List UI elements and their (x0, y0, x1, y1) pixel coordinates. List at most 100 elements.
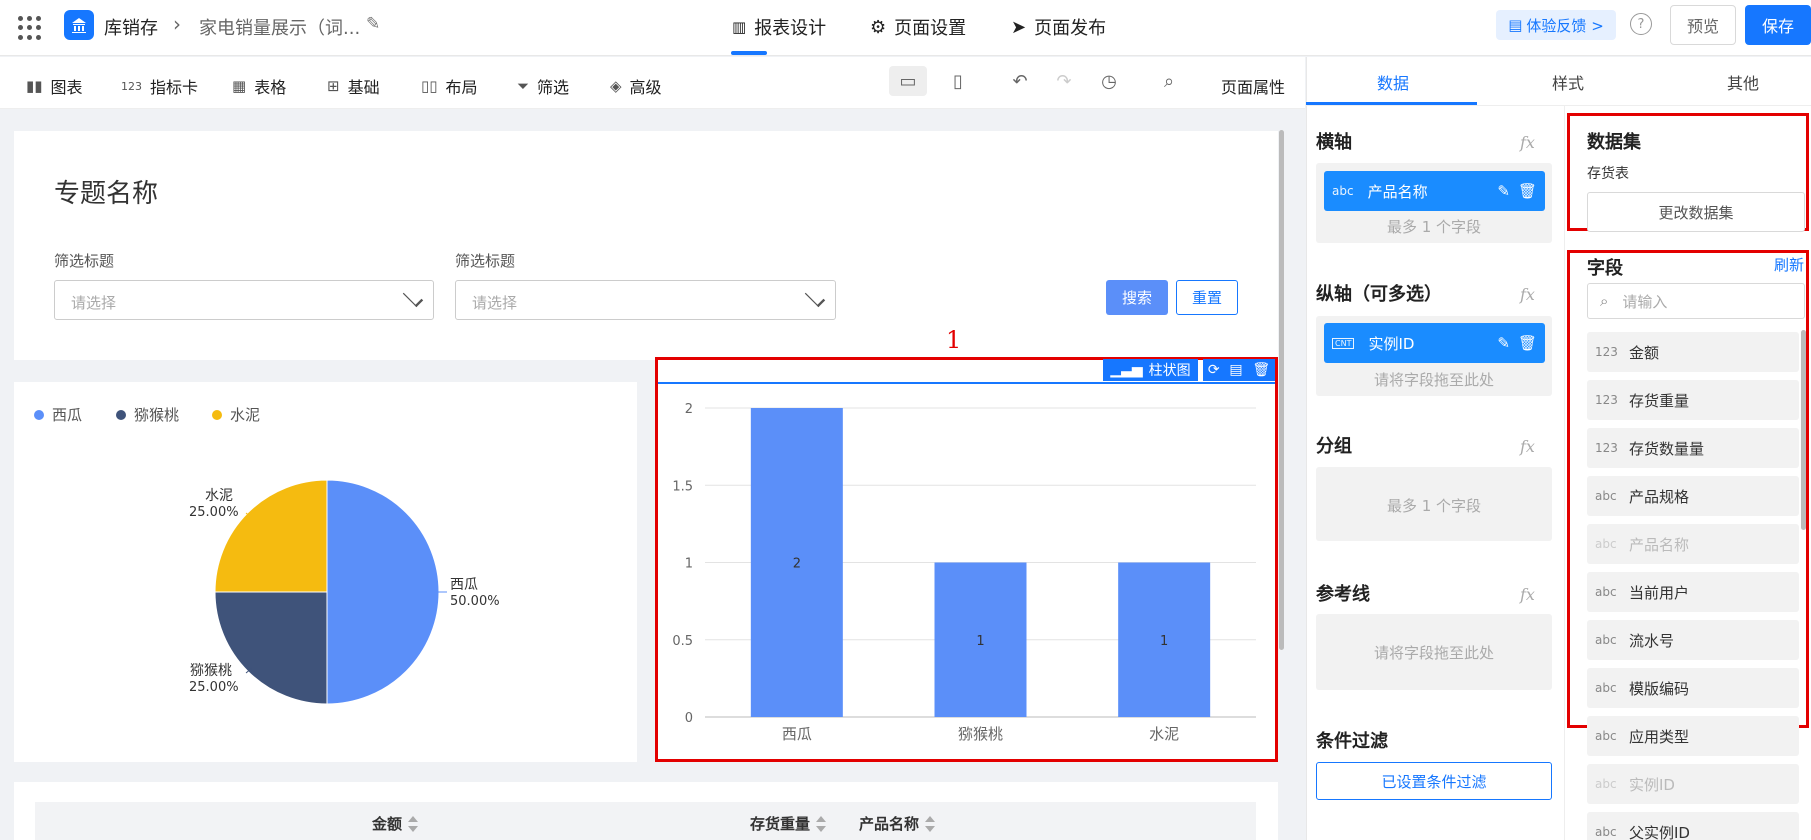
redo-icon[interactable]: ↷ (1045, 66, 1083, 96)
refresh-icon[interactable]: ⟳ (1208, 362, 1220, 378)
field-name: 金额 (1629, 343, 1660, 362)
refresh-link[interactable]: 刷新 (1774, 254, 1804, 275)
search-icon[interactable]: ⌕ (1150, 66, 1188, 96)
undo-icon[interactable]: ↶ (1001, 66, 1039, 96)
formula-icon[interactable]: fx (1520, 437, 1535, 456)
y-axis-field-chip[interactable]: CNT 实例ID ✎ 🗑 (1324, 323, 1545, 363)
formula-icon[interactable]: fx (1520, 285, 1535, 304)
field-item[interactable]: 123 存货重量 (1587, 380, 1799, 420)
delete-icon[interactable]: 🗑 (1518, 182, 1537, 200)
delete-icon[interactable]: 🗑 (1518, 334, 1537, 352)
tab-other[interactable]: 其他 (1659, 70, 1811, 94)
field-item[interactable]: abc 产品规格 (1587, 476, 1799, 516)
tab-page-publish[interactable]: ➤ 页面发布 (1011, 14, 1106, 40)
page-title[interactable]: 专题名称 (54, 173, 158, 210)
reset-button[interactable]: 重置 (1176, 280, 1238, 315)
annotation-number: 1 (946, 326, 962, 354)
help-icon[interactable]: ? (1630, 13, 1652, 35)
toolbar-metric-card[interactable]: 123 指标卡 (121, 74, 198, 98)
filter-card[interactable] (14, 131, 1278, 360)
field-item[interactable]: abc 模版编码 (1587, 668, 1799, 708)
group-dropzone[interactable]: 最多 1 个字段 (1316, 467, 1552, 541)
history-icon[interactable]: ◷ (1090, 66, 1128, 96)
bar-data-label: 1 (976, 634, 984, 649)
field-type: abc (1595, 633, 1617, 647)
field-list-scrollbar[interactable] (1801, 330, 1806, 530)
bar-chart[interactable]: 0 0.5 1 1.5 2 2 西瓜 1 猕猴桃 1 水泥 (658, 386, 1275, 756)
toolbar-basic[interactable]: ⊞ 基础 (327, 74, 380, 98)
field-item[interactable]: 123 存货数量量 (1587, 428, 1799, 468)
pie-label-pct: 50.00% (450, 594, 500, 609)
canvas-scrollbar[interactable] (1279, 130, 1284, 650)
active-tab-indicator (731, 51, 767, 55)
toolbar-table[interactable]: ▦ 表格 (232, 74, 286, 98)
filter-select-1[interactable]: 请选择 (54, 280, 434, 320)
toolbar-layout[interactable]: ▯▯ 布局 (421, 74, 478, 98)
document-title[interactable]: 家电销量展示（词... (199, 14, 360, 40)
field-item[interactable]: abc 应用类型 (1587, 716, 1799, 756)
tab-style[interactable]: 样式 (1484, 70, 1652, 94)
preview-button[interactable]: 预览 (1670, 5, 1736, 45)
field-item[interactable]: abc 产品名称 (1587, 524, 1799, 564)
edit-icon[interactable]: ✎ (1497, 334, 1510, 352)
field-item[interactable]: abc 实例ID (1587, 764, 1799, 804)
send-icon: ➤ (1011, 16, 1027, 38)
field-item[interactable]: abc 流水号 (1587, 620, 1799, 660)
tab-data[interactable]: 数据 (1309, 70, 1477, 94)
field-type: abc (1595, 777, 1617, 791)
field-item[interactable]: abc 当前用户 (1587, 572, 1799, 612)
bar-widget-label: 柱状图 (1148, 363, 1191, 379)
filter-select-2[interactable]: 请选择 (455, 280, 836, 320)
field-search-input[interactable]: ⌕ 请输入 (1587, 283, 1805, 319)
toolbar-basic-label: 基础 (347, 78, 380, 97)
field-chip-label: 实例ID (1368, 334, 1415, 353)
legend-item-kiwi[interactable]: 猕猴桃 (116, 404, 179, 425)
toolbar-advanced[interactable]: ◈ 高级 (610, 74, 662, 98)
filter-select-2-placeholder: 请选择 (472, 294, 518, 312)
field-type: 123 (1595, 441, 1618, 455)
toolbar-chart[interactable]: ▮▮ 图表 (26, 74, 83, 98)
tab-page-settings[interactable]: ⚙ 页面设置 (870, 14, 966, 40)
pie-slice-watermelon[interactable] (326, 479, 440, 705)
field-chip-label: 产品名称 (1367, 182, 1428, 201)
x-axis-field-chip[interactable]: abc 产品名称 ✎ 🗑 (1324, 171, 1545, 211)
app-grid-icon[interactable] (18, 16, 42, 40)
toolbar-layout-label: 布局 (445, 78, 478, 97)
field-type: abc (1595, 489, 1617, 503)
delete-icon[interactable]: 🗑 (1252, 362, 1270, 378)
condition-filter-button[interactable]: 已设置条件过滤 (1316, 762, 1552, 800)
widget-actions: ⟳ ▤ 🗑 (1203, 359, 1275, 381)
column-header-weight[interactable]: 存货重量 (750, 813, 827, 834)
formula-icon[interactable]: fx (1520, 133, 1535, 152)
save-button[interactable]: 保存 (1745, 5, 1811, 45)
formula-icon[interactable]: fx (1520, 585, 1535, 604)
pie-chart[interactable]: 西瓜 50.00% 水泥 25.00% 猕猴桃 25.00% (14, 430, 637, 750)
page-properties-button[interactable]: 页面属性 (1221, 74, 1285, 98)
edit-title-icon[interactable]: ✎ (366, 14, 380, 34)
app-logo-icon (64, 10, 94, 40)
field-item[interactable]: 123 金额 (1587, 332, 1799, 372)
legend-item-watermelon[interactable]: 西瓜 (34, 404, 82, 425)
mobile-view-icon[interactable]: ▯ (939, 66, 977, 96)
sort-icon[interactable] (816, 815, 827, 832)
reference-line-title: 参考线 (1316, 584, 1370, 605)
sort-icon[interactable] (925, 815, 936, 832)
search-button[interactable]: 搜索 (1106, 280, 1168, 315)
bar-widget-tag[interactable]: ▁▃▅ 柱状图 (1103, 359, 1198, 381)
tab-report-design[interactable]: ▥ 报表设计 (732, 14, 826, 40)
layout-icon: ▯▯ (421, 77, 438, 95)
legend-item-cement[interactable]: 水泥 (212, 404, 260, 425)
column-header-amount[interactable]: 金额 (372, 813, 419, 834)
desktop-view-icon[interactable]: ▭ (889, 66, 927, 96)
change-dataset-button[interactable]: 更改数据集 (1587, 192, 1805, 232)
copy-icon[interactable]: ▤ (1229, 362, 1242, 378)
toolbar-filter[interactable]: ⏷ 筛选 (517, 74, 569, 98)
sort-icon[interactable] (408, 815, 419, 832)
app-name[interactable]: 库销存 (104, 14, 158, 40)
column-header-product[interactable]: 产品名称 (859, 813, 936, 834)
feedback-button[interactable]: ▤ 体验反馈 > (1496, 10, 1616, 40)
reference-line-dropzone[interactable]: 请将字段拖至此处 (1316, 614, 1552, 690)
edit-icon[interactable]: ✎ (1497, 182, 1510, 200)
field-item[interactable]: abc 父实例ID (1587, 812, 1799, 840)
x-tick-label: 猕猴桃 (958, 725, 1003, 743)
